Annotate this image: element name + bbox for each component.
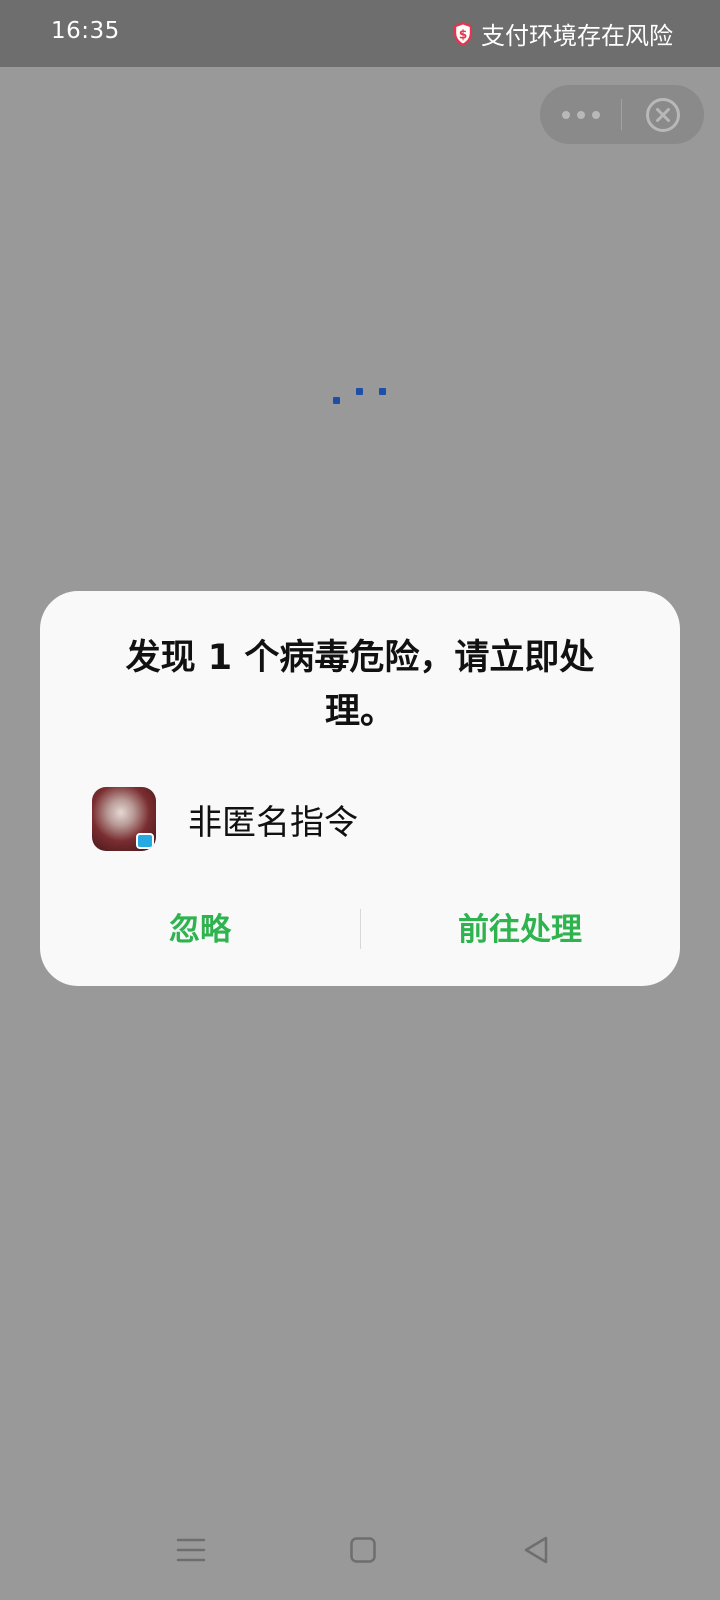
risky-app-row: 非匿名指令 [92,787,358,851]
app-icon [92,787,156,851]
close-circle-icon[interactable] [622,85,704,144]
app-name: 非匿名指令 [188,802,358,843]
navigation-bar [0,1500,720,1600]
status-time: 16:35 [51,18,120,44]
loading-dots-icon [333,386,393,406]
handle-now-button[interactable]: 前往处理 [360,891,680,961]
dialog-title-line1: 发现 1 个病毒危险，请立即处 [125,638,595,678]
home-square-icon[interactable] [333,1520,393,1580]
menu-icon[interactable] [161,1520,221,1580]
dialog-title-line2: 理。 [324,692,395,732]
payment-risk-alert[interactable]: $ 支付环境存在风险 [452,16,673,51]
payment-risk-text: 支付环境存在风险 [481,22,673,50]
status-bar: 16:35 $ 支付环境存在风险 [0,0,720,67]
svg-text:$: $ [459,27,467,41]
dialog-title: 发现 1 个病毒危险，请立即处 理。 [88,631,632,739]
virus-warning-dialog: 发现 1 个病毒危险，请立即处 理。 非匿名指令 忽略 前往处理 [40,591,680,986]
more-dots-icon[interactable] [540,85,622,144]
shield-dollar-icon: $ [454,21,472,46]
ignore-button[interactable]: 忽略 [40,891,360,961]
tv-badge-icon [136,833,154,849]
back-triangle-icon[interactable] [506,1520,566,1580]
mini-program-capsule [540,85,704,144]
